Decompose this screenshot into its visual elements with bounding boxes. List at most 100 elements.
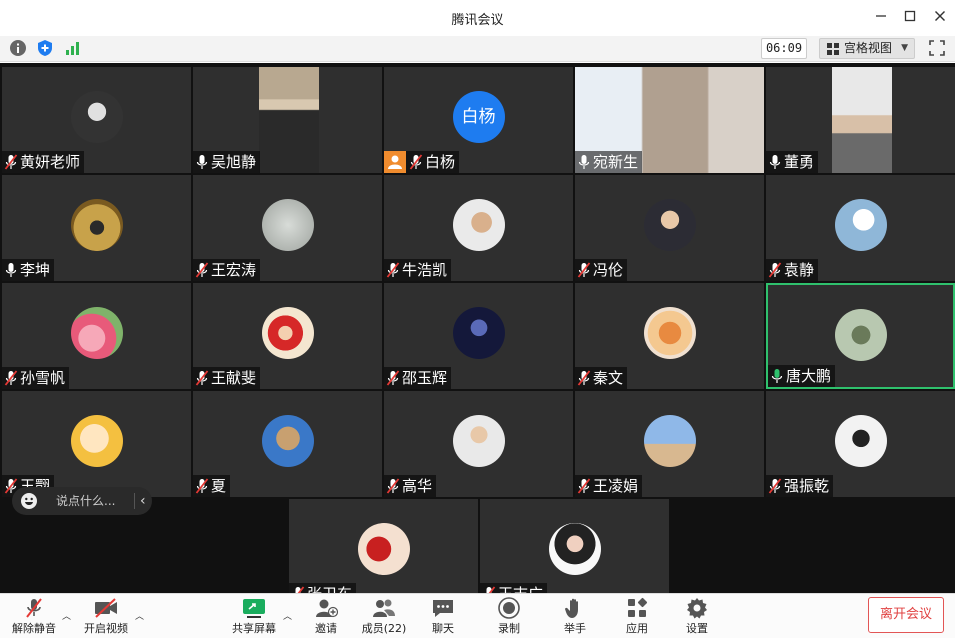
start-video-button[interactable]: 开启视频: [82, 597, 130, 637]
mic-muted-icon: [195, 478, 209, 494]
view-mode-dropdown[interactable]: 宫格视图 ▼: [819, 38, 915, 59]
participant-tile[interactable]: 孙雪帆: [2, 283, 191, 389]
gear-icon: [687, 598, 707, 619]
participant-tile[interactable]: 白杨 白杨: [384, 67, 573, 173]
participant-name: 冯伦: [593, 261, 624, 279]
participant-tile[interactable]: 袁静: [766, 175, 955, 281]
meeting-toolbar: 解除静音 ︿ 开启视频 ︿ 共享屏幕 ︿ 邀请 成员(22) 聊天 录制 举手 …: [0, 593, 955, 638]
mic-icon: [769, 155, 781, 169]
mic-muted-icon: [386, 478, 400, 494]
participant-tile[interactable]: 秦文: [575, 283, 764, 389]
apps-grid-icon: [628, 597, 648, 617]
close-button[interactable]: [929, 7, 951, 29]
avatar: [70, 415, 123, 467]
participant-tile[interactable]: 吴旭静: [193, 67, 382, 173]
maximize-button[interactable]: [899, 7, 921, 29]
emoji-icon[interactable]: [20, 492, 38, 510]
minimize-button[interactable]: [870, 7, 892, 29]
mic-muted-icon: [386, 370, 400, 386]
settings-label: 设置: [686, 622, 708, 635]
meeting-info-bar: 06:09 宫格视图 ▼: [0, 36, 955, 62]
participant-tile[interactable]: 王翾: [2, 391, 191, 497]
participant-tile[interactable]: 王志广: [480, 499, 669, 593]
participant-tile[interactable]: 夏: [193, 391, 382, 497]
participant-name: 吴旭静: [211, 153, 257, 171]
unmute-button[interactable]: 解除静音: [10, 597, 58, 637]
shield-icon: [38, 40, 52, 56]
share-screen-label: 共享屏幕: [232, 622, 276, 635]
mic-muted-icon: [4, 370, 18, 386]
participant-tile[interactable]: 邵玉辉: [384, 283, 573, 389]
participant-name-bar: 孙雪帆: [2, 367, 70, 389]
share-screen-button[interactable]: 共享屏幕: [228, 597, 280, 637]
network-status-button[interactable]: [64, 39, 84, 59]
participant-tile[interactable]: 唐大鹏: [766, 283, 955, 389]
invite-button[interactable]: 邀请: [306, 597, 346, 637]
participant-tile[interactable]: 强振乾: [766, 391, 955, 497]
settings-button[interactable]: 设置: [678, 597, 716, 637]
start-video-label: 开启视频: [84, 622, 128, 635]
participant-tile[interactable]: 高华: [384, 391, 573, 497]
avatar: [70, 199, 123, 251]
participant-tile[interactable]: 王宏涛: [193, 175, 382, 281]
audio-options-caret[interactable]: ︿: [62, 609, 71, 622]
members-button[interactable]: 成员(22): [358, 597, 410, 637]
host-user-icon: [384, 151, 406, 173]
participant-tile[interactable]: 王凌娟: [575, 391, 764, 497]
record-button[interactable]: 录制: [490, 597, 528, 637]
unmute-label: 解除静音: [12, 622, 56, 635]
chat-button[interactable]: 聊天: [424, 597, 462, 637]
raise-hand-button[interactable]: 举手: [556, 597, 594, 637]
participant-name-bar: 张卫东: [289, 583, 357, 593]
avatar: [70, 91, 123, 143]
video-options-caret[interactable]: ︿: [135, 609, 144, 622]
chat-input-placeholder[interactable]: 说点什么...: [56, 487, 115, 515]
participant-name: 王凌娟: [593, 477, 639, 495]
avatar: [261, 307, 314, 359]
maximize-icon: [904, 10, 916, 22]
leave-meeting-button[interactable]: 离开会议: [868, 597, 944, 633]
participant-name: 李坤: [20, 261, 51, 279]
participant-tile[interactable]: 王献斐: [193, 283, 382, 389]
participant-name: 董勇: [784, 153, 815, 171]
invite-label: 邀请: [315, 622, 337, 635]
participant-name: 强振乾: [784, 477, 830, 495]
camera-off-icon: [95, 598, 117, 618]
participant-name-bar: 王志广: [480, 583, 548, 593]
participant-tile[interactable]: 牛浩凯: [384, 175, 573, 281]
participant-tile[interactable]: 董勇: [766, 67, 955, 173]
participant-name: 张卫东: [307, 583, 352, 593]
caret-down-icon: ▼: [901, 43, 908, 53]
apps-button[interactable]: 应用: [618, 597, 656, 637]
share-options-caret[interactable]: ︿: [283, 609, 292, 622]
participant-name-bar: 白杨: [384, 151, 460, 173]
apps-label: 应用: [626, 622, 648, 635]
participant-tile[interactable]: 黄妍老师: [2, 67, 191, 173]
participant-name: 孙雪帆: [20, 369, 66, 387]
chevron-left-icon[interactable]: ‹: [140, 487, 146, 515]
mic-muted-icon: [768, 478, 782, 494]
members-label: 成员(22): [361, 622, 407, 635]
participant-name: 袁静: [784, 261, 815, 279]
participant-tile[interactable]: 张卫东: [289, 499, 478, 593]
mic-icon: [196, 155, 208, 169]
participant-name-bar: 冯伦: [575, 259, 628, 281]
mic-muted-icon: [4, 154, 18, 170]
participant-tile[interactable]: 李坤: [2, 175, 191, 281]
participant-name-bar: 邵玉辉: [384, 367, 452, 389]
chat-input-pill[interactable]: 说点什么... ‹: [12, 487, 152, 515]
fullscreen-button[interactable]: [928, 39, 948, 59]
avatar: [261, 415, 314, 467]
meeting-info-button[interactable]: [9, 39, 29, 59]
participant-name: 宛新生: [593, 153, 639, 171]
security-button[interactable]: [36, 39, 56, 59]
avatar: [643, 199, 696, 251]
participant-tile[interactable]: 宛新生: [575, 67, 764, 173]
minimize-icon: [876, 15, 886, 17]
participant-name: 白杨: [425, 153, 456, 171]
participant-tile[interactable]: 冯伦: [575, 175, 764, 281]
participant-name: 王宏涛: [211, 261, 257, 279]
participant-name-bar: 王献斐: [193, 367, 261, 389]
mic-icon: [771, 369, 783, 383]
share-screen-icon: [243, 599, 265, 618]
